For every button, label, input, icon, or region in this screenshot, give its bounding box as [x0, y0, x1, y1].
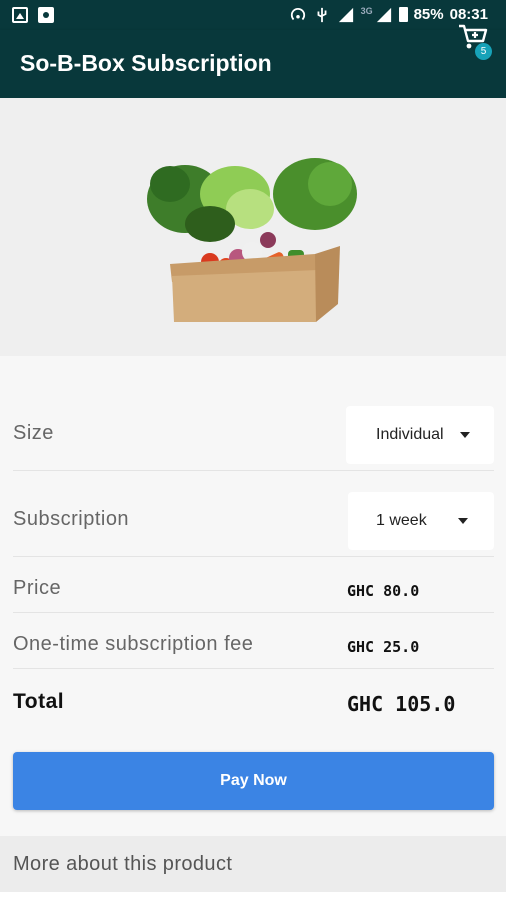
bottom-strip	[0, 892, 506, 900]
cart-count-badge: 5	[475, 43, 492, 60]
pay-now-button[interactable]: Pay Now	[13, 752, 494, 810]
image-icon	[12, 7, 28, 23]
usb-icon	[317, 7, 327, 22]
size-dropdown[interactable]: Individual	[346, 406, 494, 464]
size-label: Size	[13, 422, 54, 444]
vegetable-box-image	[147, 158, 357, 322]
price-label: Price	[13, 577, 62, 599]
signal-icon	[338, 7, 353, 22]
divider	[13, 612, 494, 613]
total-label: Total	[13, 690, 65, 713]
subscription-options: Size Individual Subscription 1 week Pric…	[0, 356, 506, 836]
product-image-area	[0, 98, 506, 356]
divider	[13, 470, 494, 471]
battery-icon	[398, 7, 408, 22]
network-type: 3G	[360, 5, 373, 16]
divider	[13, 668, 494, 669]
signal-icon	[376, 7, 391, 22]
subscription-dropdown[interactable]: 1 week	[348, 492, 494, 550]
total-value: GHC 105.0	[347, 692, 456, 716]
page-title: So-B-Box Subscription	[20, 50, 272, 76]
app-bar: So-B-Box Subscription	[0, 30, 506, 98]
battery-percent: 85%	[413, 6, 444, 23]
divider	[13, 556, 494, 557]
price-value: GHC 80.0	[347, 582, 420, 600]
fee-value: GHC 25.0	[347, 638, 420, 656]
chevron-down-icon	[458, 518, 468, 524]
status-bar: 3G 85% 08:31	[0, 0, 506, 30]
size-value: Individual	[376, 426, 444, 443]
subscription-label: Subscription	[13, 508, 130, 530]
subscription-value: 1 week	[376, 512, 427, 529]
settings-icon	[38, 7, 54, 23]
more-about-product-section[interactable]: More about this product	[0, 836, 506, 892]
chevron-down-icon	[460, 432, 470, 438]
more-about-label: More about this product	[13, 853, 233, 875]
fee-label: One-time subscription fee	[13, 633, 254, 655]
hotspot-icon	[290, 7, 305, 20]
